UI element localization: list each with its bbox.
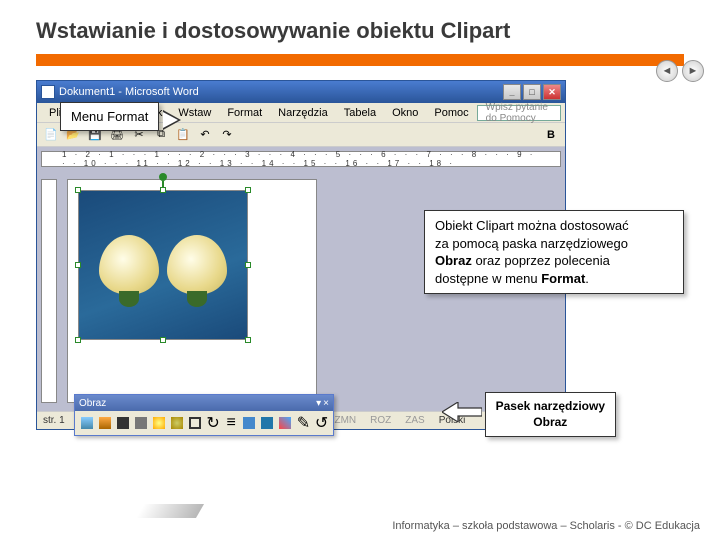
minimize-button[interactable]: _ (503, 84, 521, 100)
help-search-input[interactable]: Wpisz pytanie do Pomocy (477, 105, 561, 121)
redo-icon[interactable]: ↷ (217, 125, 237, 145)
clipart-object[interactable] (78, 190, 248, 340)
rotate-icon[interactable]: ↻ (205, 414, 222, 432)
resize-handle[interactable] (160, 337, 166, 343)
clipart-image (79, 191, 247, 339)
callout-obraz-toolbar: Pasek narzędziowy Obraz (485, 392, 616, 437)
menu-tabela[interactable]: Tabela (336, 105, 384, 121)
more-contrast-icon[interactable] (114, 414, 131, 432)
arrow-left-icon (442, 402, 482, 422)
bold-button[interactable]: B (541, 125, 561, 145)
menu-format[interactable]: Format (219, 105, 270, 121)
less-contrast-icon[interactable] (132, 414, 149, 432)
menu-pomoc[interactable]: Pomoc (426, 105, 476, 121)
prev-slide-button[interactable]: ◄ (656, 60, 678, 82)
resize-handle[interactable] (245, 262, 251, 268)
resize-handle[interactable] (75, 187, 81, 193)
color-icon[interactable] (96, 414, 113, 432)
window-titlebar: Dokument1 - Microsoft Word _ □ ✕ (37, 81, 565, 103)
slide-title: Wstawianie i dostosowywanie obiektu Clip… (0, 0, 720, 44)
close-button[interactable]: ✕ (543, 84, 561, 100)
crop-icon[interactable] (186, 414, 203, 432)
horizontal-ruler[interactable]: 1 · 2 · 1 · · · 1 · · · 2 · · · 3 · · · … (41, 151, 561, 167)
document-page[interactable] (67, 179, 317, 403)
resize-handle[interactable] (75, 337, 81, 343)
compress-icon[interactable] (241, 414, 258, 432)
resize-handle[interactable] (75, 262, 81, 268)
obraz-toolbar[interactable]: Obraz ▾ × ↻ ≡ ✎ ↺ (74, 394, 334, 436)
vertical-ruler[interactable] (41, 179, 57, 403)
undo-icon[interactable]: ↶ (195, 125, 215, 145)
resize-handle[interactable] (160, 187, 166, 193)
new-doc-icon[interactable]: 📄 (41, 125, 61, 145)
accent-bar (36, 54, 684, 66)
toolbar-close-icon[interactable]: × (323, 398, 329, 409)
resize-handle[interactable] (245, 337, 251, 343)
maximize-button[interactable]: □ (523, 84, 541, 100)
line-style-icon[interactable]: ≡ (223, 414, 240, 432)
chevron-down-icon[interactable]: ▾ (316, 398, 321, 409)
status-zas: ZAS (405, 415, 424, 426)
menu-narzedzia[interactable]: Narzędzia (270, 105, 336, 121)
reset-picture-icon[interactable]: ↺ (313, 414, 330, 432)
status-page: str. 1 (43, 415, 65, 426)
status-roz: ROZ (370, 415, 391, 426)
insert-picture-icon[interactable] (78, 414, 95, 432)
rotate-handle[interactable] (159, 173, 167, 181)
text-wrap-icon[interactable] (259, 414, 276, 432)
menu-okno[interactable]: Okno (384, 105, 426, 121)
format-picture-icon[interactable] (277, 414, 294, 432)
transparent-color-icon[interactable]: ✎ (295, 414, 312, 432)
footer-text: Informatyka – szkoła podstawowa – Schola… (392, 520, 700, 532)
callout-description: Obiekt Clipart można dostosować za pomoc… (424, 210, 684, 294)
next-slide-button[interactable]: ► (682, 60, 704, 82)
arrow-right-icon (163, 110, 181, 130)
rose-icon (99, 235, 159, 295)
more-brightness-icon[interactable] (150, 414, 167, 432)
word-icon (41, 85, 55, 99)
resize-handle[interactable] (245, 187, 251, 193)
rose-icon (167, 235, 227, 295)
status-zmn: ZMN (334, 415, 356, 426)
footer-decoration (136, 504, 204, 518)
window-title: Dokument1 - Microsoft Word (59, 86, 199, 98)
obraz-toolbar-title: Obraz (79, 398, 106, 409)
callout-menu-format: Menu Format (60, 102, 159, 131)
less-brightness-icon[interactable] (168, 414, 185, 432)
